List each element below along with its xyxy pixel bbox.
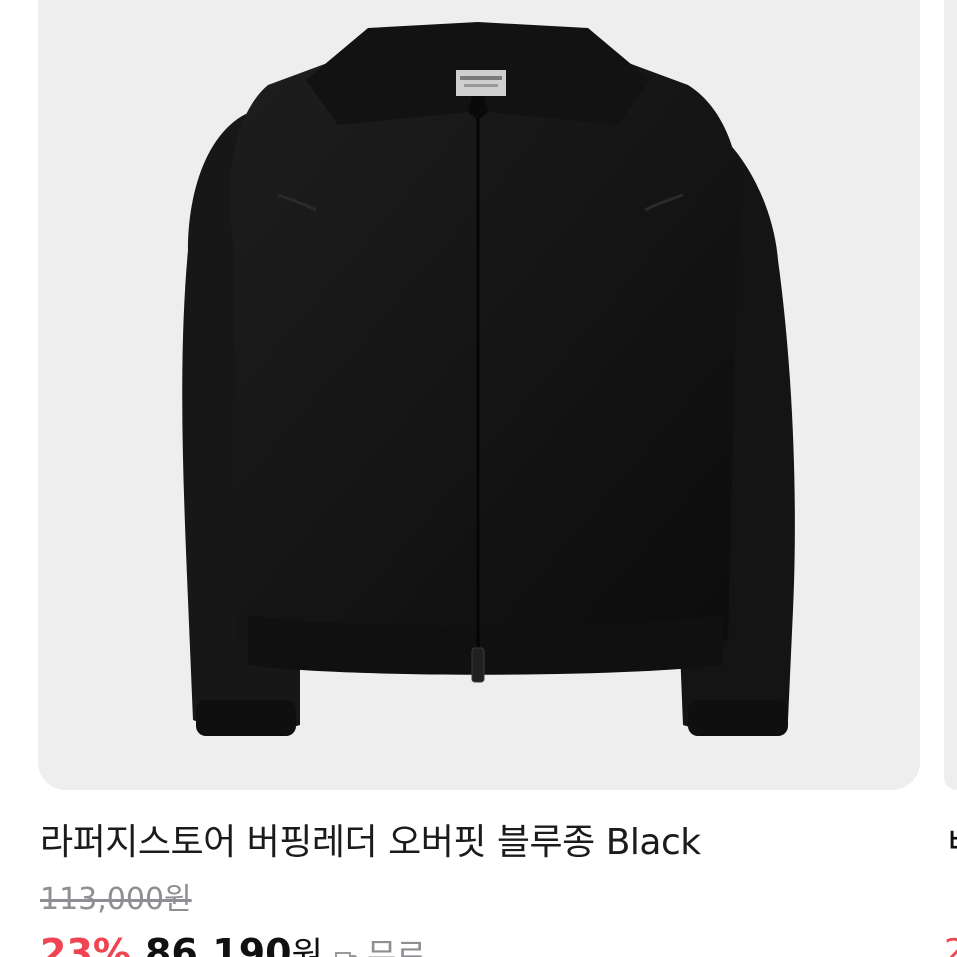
- next-product-image[interactable]: [944, 0, 957, 790]
- product-title[interactable]: 라퍼지스토어 버핑레더 오버핏 블루종 Black: [40, 820, 920, 866]
- next-product-price: 2: [944, 932, 957, 957]
- discount-rate: 23%: [40, 931, 131, 957]
- next-product-title[interactable]: ㅂ: [944, 822, 957, 862]
- price-row: 23% 86,190원 무료: [40, 928, 920, 957]
- sale-price: 86,190: [144, 931, 292, 957]
- currency-suffix: 원: [291, 935, 323, 957]
- shipping-label: 무료: [366, 936, 426, 957]
- original-price: 113,000원: [40, 882, 192, 917]
- product-image[interactable]: [38, 0, 920, 790]
- truck-icon: [334, 938, 359, 957]
- jacket-illustration: [182, 22, 795, 736]
